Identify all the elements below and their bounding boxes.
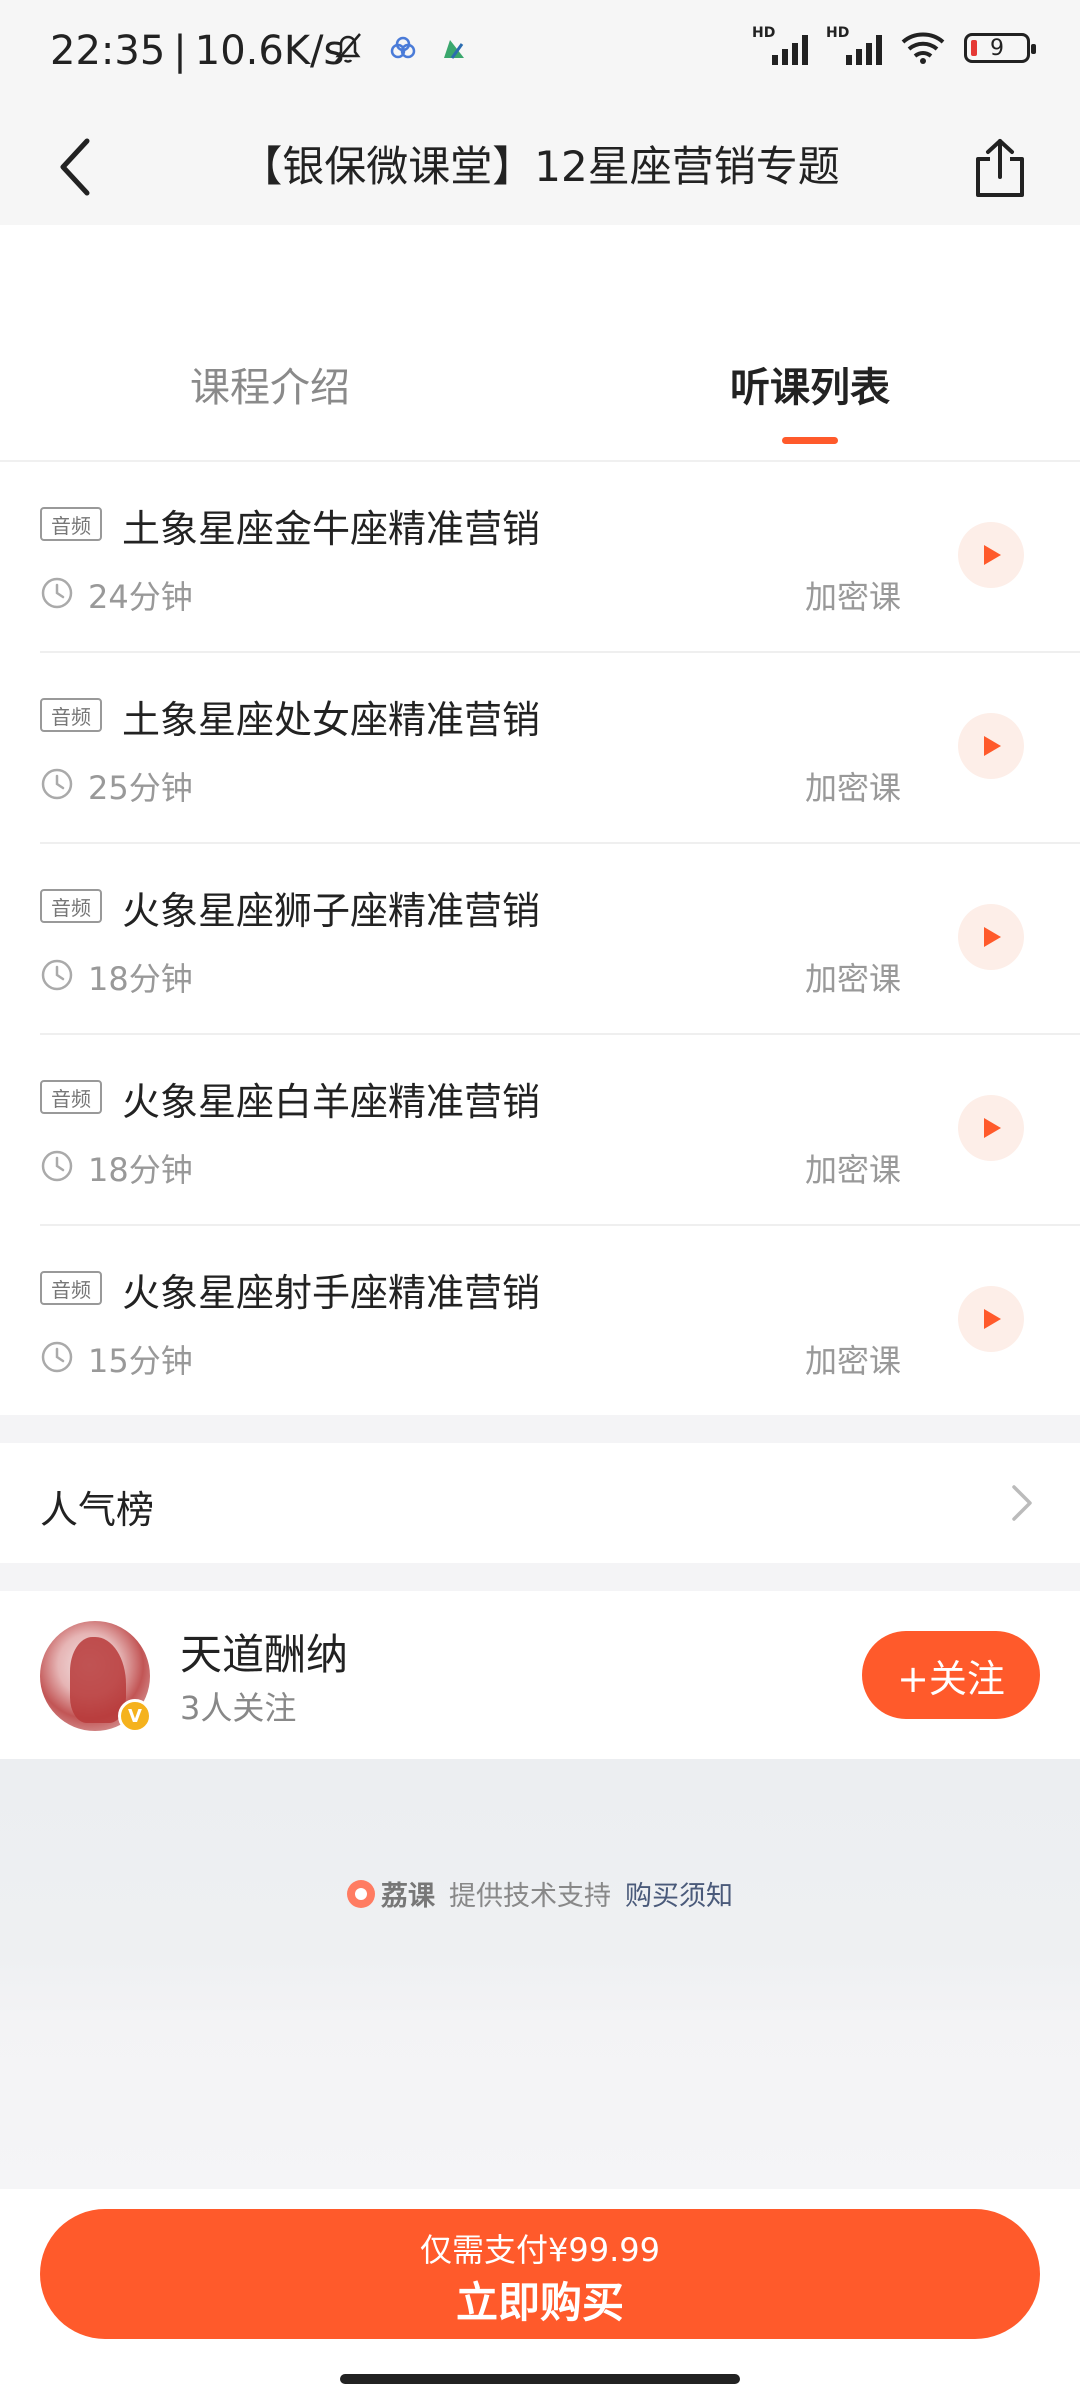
price-text: 仅需支付¥99.99 bbox=[420, 2231, 660, 2269]
lesson-title: 火象星座白羊座精准营销 bbox=[122, 1080, 541, 1124]
popularity-label: 人气榜 bbox=[40, 1488, 155, 1532]
play-button[interactable] bbox=[958, 904, 1024, 970]
play-button[interactable] bbox=[958, 1286, 1024, 1352]
audio-badge: 音频 bbox=[40, 1271, 102, 1305]
lesson-duration: 25分钟 bbox=[88, 769, 193, 807]
lesson-item[interactable]: 音频 火象星座狮子座精准营销 18分钟 加密课 bbox=[0, 844, 1080, 1035]
clock-icon bbox=[41, 577, 73, 609]
encrypted-tag: 加密课 bbox=[805, 578, 902, 616]
play-icon bbox=[984, 1118, 1001, 1138]
audio-badge: 音频 bbox=[40, 507, 102, 541]
author-card: V 天道酬纳 3人关注 +关注 bbox=[0, 1591, 1080, 1759]
active-tab-indicator bbox=[782, 437, 838, 444]
buy-now-button[interactable]: 仅需支付¥99.99 立即购买 bbox=[40, 2209, 1040, 2339]
lesson-list: 音频 土象星座金牛座精准营销 24分钟 加密课 音频 土象星座处女座精准营销 2… bbox=[0, 462, 1080, 1417]
lesson-duration: 15分钟 bbox=[88, 1342, 193, 1380]
status-bar: 22:35 | 10.6K/s HD HD 9 bbox=[0, 0, 1080, 110]
brand-name: 荔课 bbox=[381, 1881, 435, 1912]
chevron-right-icon bbox=[1012, 1485, 1032, 1521]
audio-badge: 音频 bbox=[40, 698, 102, 732]
tab-bar: 课程介绍 听课列表 bbox=[0, 355, 1080, 455]
bottom-purchase-bar: 仅需支付¥99.99 立即购买 bbox=[0, 2189, 1080, 2400]
purchase-notice-link[interactable]: 购买须知 bbox=[625, 1874, 733, 1913]
chevron-left-icon bbox=[60, 138, 90, 196]
signal-1-icon: HD bbox=[752, 25, 808, 65]
lesson-item[interactable]: 音频 火象星座射手座精准营销 15分钟 加密课 bbox=[0, 1226, 1080, 1417]
popularity-ranking-row[interactable]: 人气榜 bbox=[0, 1443, 1080, 1563]
battery-level: 9 bbox=[990, 35, 1004, 61]
wifi-icon bbox=[901, 32, 945, 64]
audio-badge: 音频 bbox=[40, 1080, 102, 1114]
signal-2-icon: HD bbox=[826, 25, 882, 65]
status-notification-icons bbox=[330, 30, 468, 66]
tab-course-intro[interactable]: 课程介绍 bbox=[120, 355, 420, 455]
app-screen: 22:35 | 10.6K/s HD HD 9 【银保微课堂】12星座营销专题 … bbox=[0, 0, 1080, 2400]
page-title: 【银保微课堂】12星座营销专题 bbox=[240, 142, 840, 191]
play-button[interactable] bbox=[958, 1095, 1024, 1161]
play-icon bbox=[984, 736, 1001, 756]
support-text: 提供技术支持 bbox=[449, 1881, 611, 1912]
encrypted-tag: 加密课 bbox=[805, 1342, 902, 1380]
section-gap bbox=[0, 1563, 1080, 1591]
status-separator: | bbox=[173, 28, 187, 74]
audio-badge: 音频 bbox=[40, 889, 102, 923]
encrypted-tag: 加密课 bbox=[805, 960, 902, 998]
brand-logo-icon bbox=[347, 1879, 375, 1908]
avatar-image bbox=[70, 1637, 126, 1723]
encrypted-tag: 加密课 bbox=[805, 769, 902, 807]
course-content: 课程介绍 听课列表 音频 土象星座金牛座精准营销 24分钟 加密课 音频 土象星… bbox=[0, 225, 1080, 1415]
play-button[interactable] bbox=[958, 713, 1024, 779]
bell-off-icon bbox=[335, 33, 361, 63]
lesson-title: 火象星座狮子座精准营销 bbox=[122, 889, 541, 933]
lesson-item[interactable]: 音频 火象星座白羊座精准营销 18分钟 加密课 bbox=[0, 1035, 1080, 1226]
lesson-title: 土象星座金牛座精准营销 bbox=[122, 507, 541, 551]
tech-support-line: 荔课 提供技术支持 购买须知 bbox=[0, 1874, 1080, 1913]
footer-area: 荔课 提供技术支持 购买须知 bbox=[0, 1759, 1080, 2189]
verified-icon: V bbox=[118, 1699, 152, 1733]
lesson-duration: 18分钟 bbox=[88, 1151, 193, 1189]
cloud-app-icon bbox=[390, 36, 416, 59]
home-indicator[interactable] bbox=[340, 2374, 740, 2384]
tab-lesson-list[interactable]: 听课列表 bbox=[660, 355, 960, 455]
tab-lesson-list-label: 听课列表 bbox=[730, 365, 890, 411]
lesson-item[interactable]: 音频 土象星座金牛座精准营销 24分钟 加密课 bbox=[0, 462, 1080, 653]
back-button[interactable] bbox=[40, 132, 110, 202]
clock-icon bbox=[41, 1150, 73, 1182]
author-name[interactable]: 天道酬纳 bbox=[180, 1621, 348, 1682]
brand-logo: 荔课 bbox=[347, 1874, 435, 1913]
lesson-title: 土象星座处女座精准营销 bbox=[122, 698, 541, 742]
clock-icon bbox=[41, 959, 73, 991]
buy-now-label: 立即购买 bbox=[455, 2278, 624, 2327]
leaf-app-icon bbox=[444, 40, 464, 59]
section-gap bbox=[0, 1415, 1080, 1443]
lesson-item[interactable]: 音频 土象星座处女座精准营销 25分钟 加密课 bbox=[0, 653, 1080, 844]
play-icon bbox=[984, 1309, 1001, 1329]
lesson-duration: 18分钟 bbox=[88, 960, 193, 998]
follow-button[interactable]: +关注 bbox=[862, 1631, 1040, 1719]
lesson-duration: 24分钟 bbox=[88, 578, 193, 616]
network-speed: 10.6K/s bbox=[194, 28, 345, 74]
lesson-title: 火象星座射手座精准营销 bbox=[122, 1271, 541, 1315]
status-time: 22:35 bbox=[50, 28, 166, 74]
status-time-group: 22:35 | 10.6K/s bbox=[50, 28, 344, 74]
share-button[interactable] bbox=[960, 128, 1040, 208]
clock-icon bbox=[41, 1341, 73, 1373]
status-system-icons: HD HD 9 bbox=[752, 25, 1036, 66]
play-icon bbox=[984, 927, 1001, 947]
top-nav-bar: 【银保微课堂】12星座营销专题 bbox=[0, 110, 1080, 225]
battery-icon: 9 bbox=[964, 33, 1036, 63]
play-button[interactable] bbox=[958, 522, 1024, 588]
encrypted-tag: 加密课 bbox=[805, 1151, 902, 1189]
share-icon bbox=[976, 139, 1024, 197]
clock-icon bbox=[41, 768, 73, 800]
tab-course-intro-label: 课程介绍 bbox=[190, 365, 350, 411]
author-follower-count: 3人关注 bbox=[180, 1689, 297, 1727]
play-icon bbox=[984, 545, 1001, 565]
